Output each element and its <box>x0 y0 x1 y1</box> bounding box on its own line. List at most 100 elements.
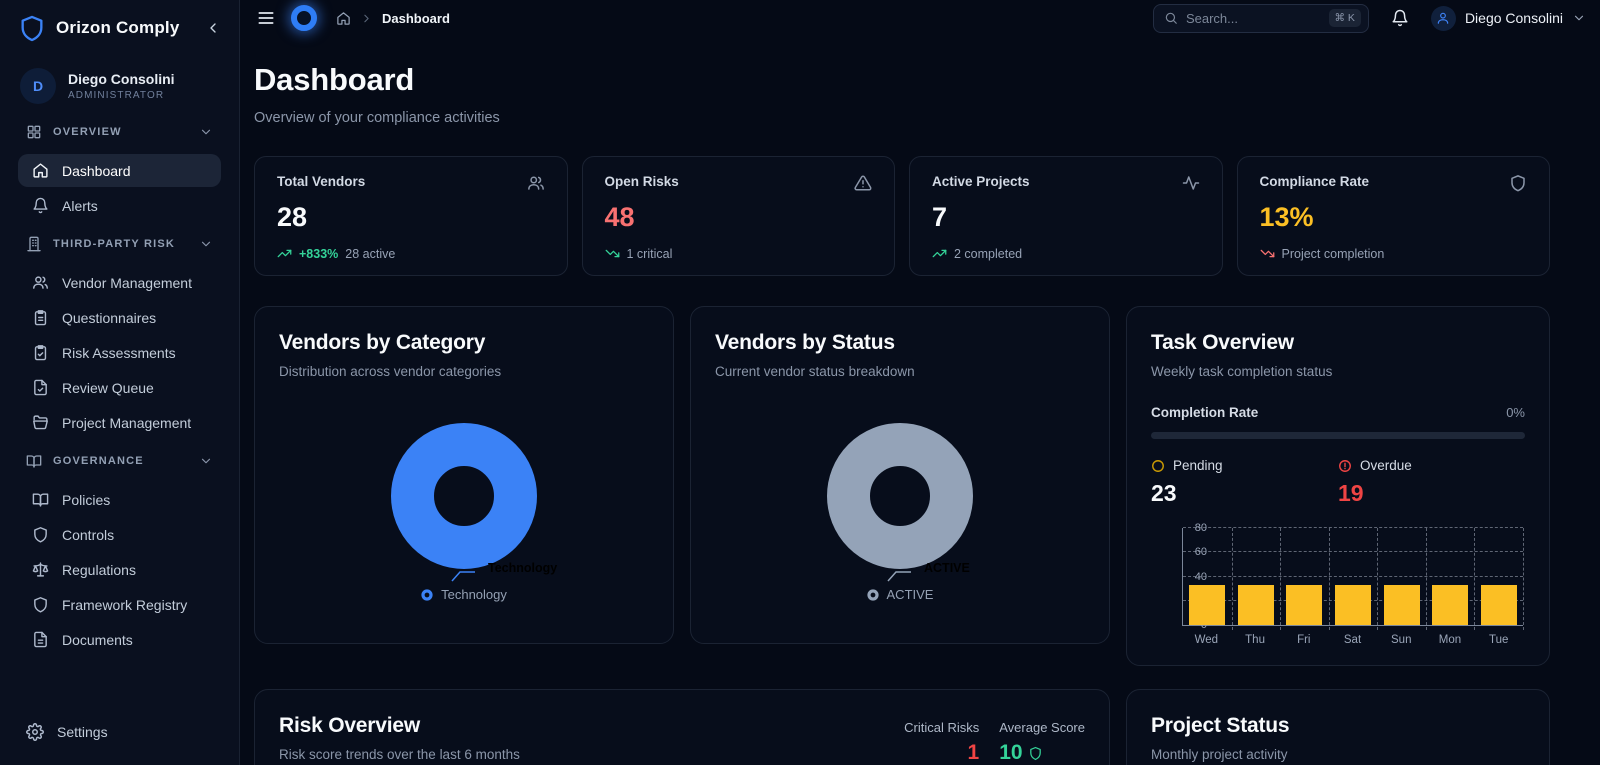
critical-risks-block: Critical Risks 1 <box>904 720 979 765</box>
topbar-logo-icon <box>291 5 317 31</box>
bar-slot <box>1474 528 1523 625</box>
sidebar-item-dashboard[interactable]: Dashboard <box>18 154 221 187</box>
sidebar-item-label: Alerts <box>62 197 98 214</box>
settings-gear-icon <box>26 723 44 741</box>
bell-icon <box>32 197 49 214</box>
chart-legend[interactable]: ACTIVE <box>691 587 1109 602</box>
alert-triangle-icon <box>854 174 872 192</box>
sidebar-item-vendor-management[interactable]: Vendor Management <box>18 266 221 299</box>
sidebar-item-policies[interactable]: Policies <box>18 483 221 516</box>
sidebar-item-questionnaires[interactable]: Questionnaires <box>18 301 221 334</box>
stat-label: Active Projects <box>932 174 1030 189</box>
search-shortcut-badge: ⌘ K <box>1328 9 1361 27</box>
app-title: Orizon Comply <box>56 18 180 37</box>
card-subtitle: Risk score trends over the last 6 months <box>279 747 520 762</box>
sidebar-item-review-queue[interactable]: Review Queue <box>18 371 221 404</box>
bar-slot <box>1232 528 1281 625</box>
sidebar-profile[interactable]: D Diego Consolini ADMINISTRATOR <box>18 68 221 104</box>
chevron-down-icon <box>199 125 213 139</box>
search-box[interactable]: ⌘ K <box>1152 3 1369 33</box>
sidebar-item-settings[interactable]: Settings <box>18 713 221 751</box>
sidebar-nav: OVERVIEW Dashboard Alerts THIRD-PARTY RISK V… <box>18 112 221 658</box>
chevron-right-icon <box>360 12 373 25</box>
sidebar-section-overview[interactable]: OVERVIEW <box>18 112 221 152</box>
weekly-bar-chart[interactable]: 020406080 Wed Thu Fri Sat Sun Mon Tue <box>1151 522 1525 646</box>
sidebar-item-project-management[interactable]: Project Management <box>18 406 221 439</box>
card-subtitle: Weekly task completion status <box>1151 364 1333 379</box>
average-score-block: Average Score 10 <box>999 720 1085 765</box>
notifications-bell-icon[interactable] <box>1391 9 1409 27</box>
label-leader-line <box>451 571 475 582</box>
completion-rate-label: Completion Rate <box>1151 405 1259 420</box>
activity-icon <box>1182 174 1200 192</box>
user-menu[interactable]: Diego Consolini <box>1430 5 1586 31</box>
overdue-value: 19 <box>1338 480 1364 506</box>
bar-thu[interactable] <box>1237 585 1274 625</box>
legend-label: ACTIVE <box>886 587 934 602</box>
section-label: GOVERNANCE <box>53 455 144 467</box>
sidebar-item-framework-registry[interactable]: Framework Registry <box>18 588 221 621</box>
stat-value: 13% <box>1259 202 1314 232</box>
vendors-by-status-card: Vendors by Status Current vendor status … <box>690 306 1110 644</box>
x-axis-tick-label: Tue <box>1488 634 1509 646</box>
sidebar-item-alerts[interactable]: Alerts <box>18 189 221 222</box>
project-status-card: Project Status Monthly project activity <box>1126 689 1550 765</box>
stat-value: 48 <box>604 202 635 232</box>
sidebar-section-governance[interactable]: GOVERNANCE <box>18 441 221 481</box>
sidebar-section-third-party-risk[interactable]: THIRD-PARTY RISK <box>18 224 221 264</box>
page-subtitle: Overview of your compliance activities <box>254 110 500 126</box>
category-donut-chart[interactable] <box>379 411 549 586</box>
brand: Orizon Comply <box>18 14 221 42</box>
menu-icon[interactable] <box>256 8 276 28</box>
bar-mon[interactable] <box>1432 585 1469 625</box>
bar-tue[interactable] <box>1480 585 1517 625</box>
avatar: D <box>20 68 56 104</box>
sidebar-item-documents[interactable]: Documents <box>18 623 221 656</box>
card-subtitle: Distribution across vendor categories <box>279 364 502 379</box>
stat-value: 28 <box>277 202 308 232</box>
sidebar-item-controls[interactable]: Controls <box>18 518 221 551</box>
breadcrumb-current[interactable]: Dashboard <box>382 11 450 26</box>
card-title: Project Status <box>1151 714 1290 737</box>
risk-stats: Critical Risks 1 Average Score 10 <box>904 714 1085 765</box>
chart-legend[interactable]: Technology <box>255 587 673 602</box>
bar-wed[interactable] <box>1189 585 1226 625</box>
x-axis-tick-label: Mon <box>1438 634 1462 646</box>
sidebar-item-label: Controls <box>62 526 115 543</box>
stat-note: 28 active <box>345 246 396 261</box>
topbar: Dashboard ⌘ K Diego Consolini <box>240 0 1600 34</box>
home-icon[interactable] <box>336 11 351 26</box>
stat-label: Open Risks <box>604 174 679 189</box>
search-input[interactable] <box>1185 10 1321 26</box>
task-counts: Pending 23 Overdue 19 <box>1151 458 1525 507</box>
folder-open-icon <box>32 414 49 431</box>
stat-card-active-projects: Active Projects 7 2 completed <box>909 156 1223 276</box>
status-donut-chart[interactable] <box>815 411 985 586</box>
legend-label: Technology <box>441 587 507 602</box>
bar-chart-plot: 020406080 <box>1182 522 1524 631</box>
sidebar-item-regulations[interactable]: Regulations <box>18 553 221 586</box>
chevron-down-icon <box>1572 11 1586 25</box>
sidebar-item-label: Framework Registry <box>62 596 188 613</box>
pending-circle-icon <box>1152 459 1164 472</box>
users-icon <box>32 274 49 291</box>
bar-sun[interactable] <box>1383 585 1420 625</box>
score-shield-icon <box>1029 746 1041 760</box>
trending-up-icon <box>932 246 947 261</box>
profile-role: ADMINISTRATOR <box>68 90 165 101</box>
sidebar-item-label: Questionnaires <box>62 309 157 326</box>
bar-fri[interactable] <box>1286 585 1323 625</box>
breadcrumb: Dashboard <box>336 11 450 26</box>
category-donut-ring <box>391 423 537 569</box>
sidebar-collapse-button[interactable] <box>205 20 221 36</box>
stat-trend: +833% <box>299 246 339 261</box>
page-title: Dashboard <box>254 62 415 97</box>
pending-value: 23 <box>1151 480 1177 506</box>
stat-card-total-vendors: Total Vendors 28 +833% 28 active <box>254 156 568 276</box>
sidebar: Orizon Comply D Diego Consolini ADMINIST… <box>0 0 240 765</box>
card-title: Vendors by Category <box>279 331 486 354</box>
x-axis-tick-label: Thu <box>1245 634 1265 646</box>
bar-sat[interactable] <box>1335 585 1371 625</box>
completion-rate-row: Completion Rate 0% <box>1151 405 1525 420</box>
sidebar-item-risk-assessments[interactable]: Risk Assessments <box>18 336 221 369</box>
